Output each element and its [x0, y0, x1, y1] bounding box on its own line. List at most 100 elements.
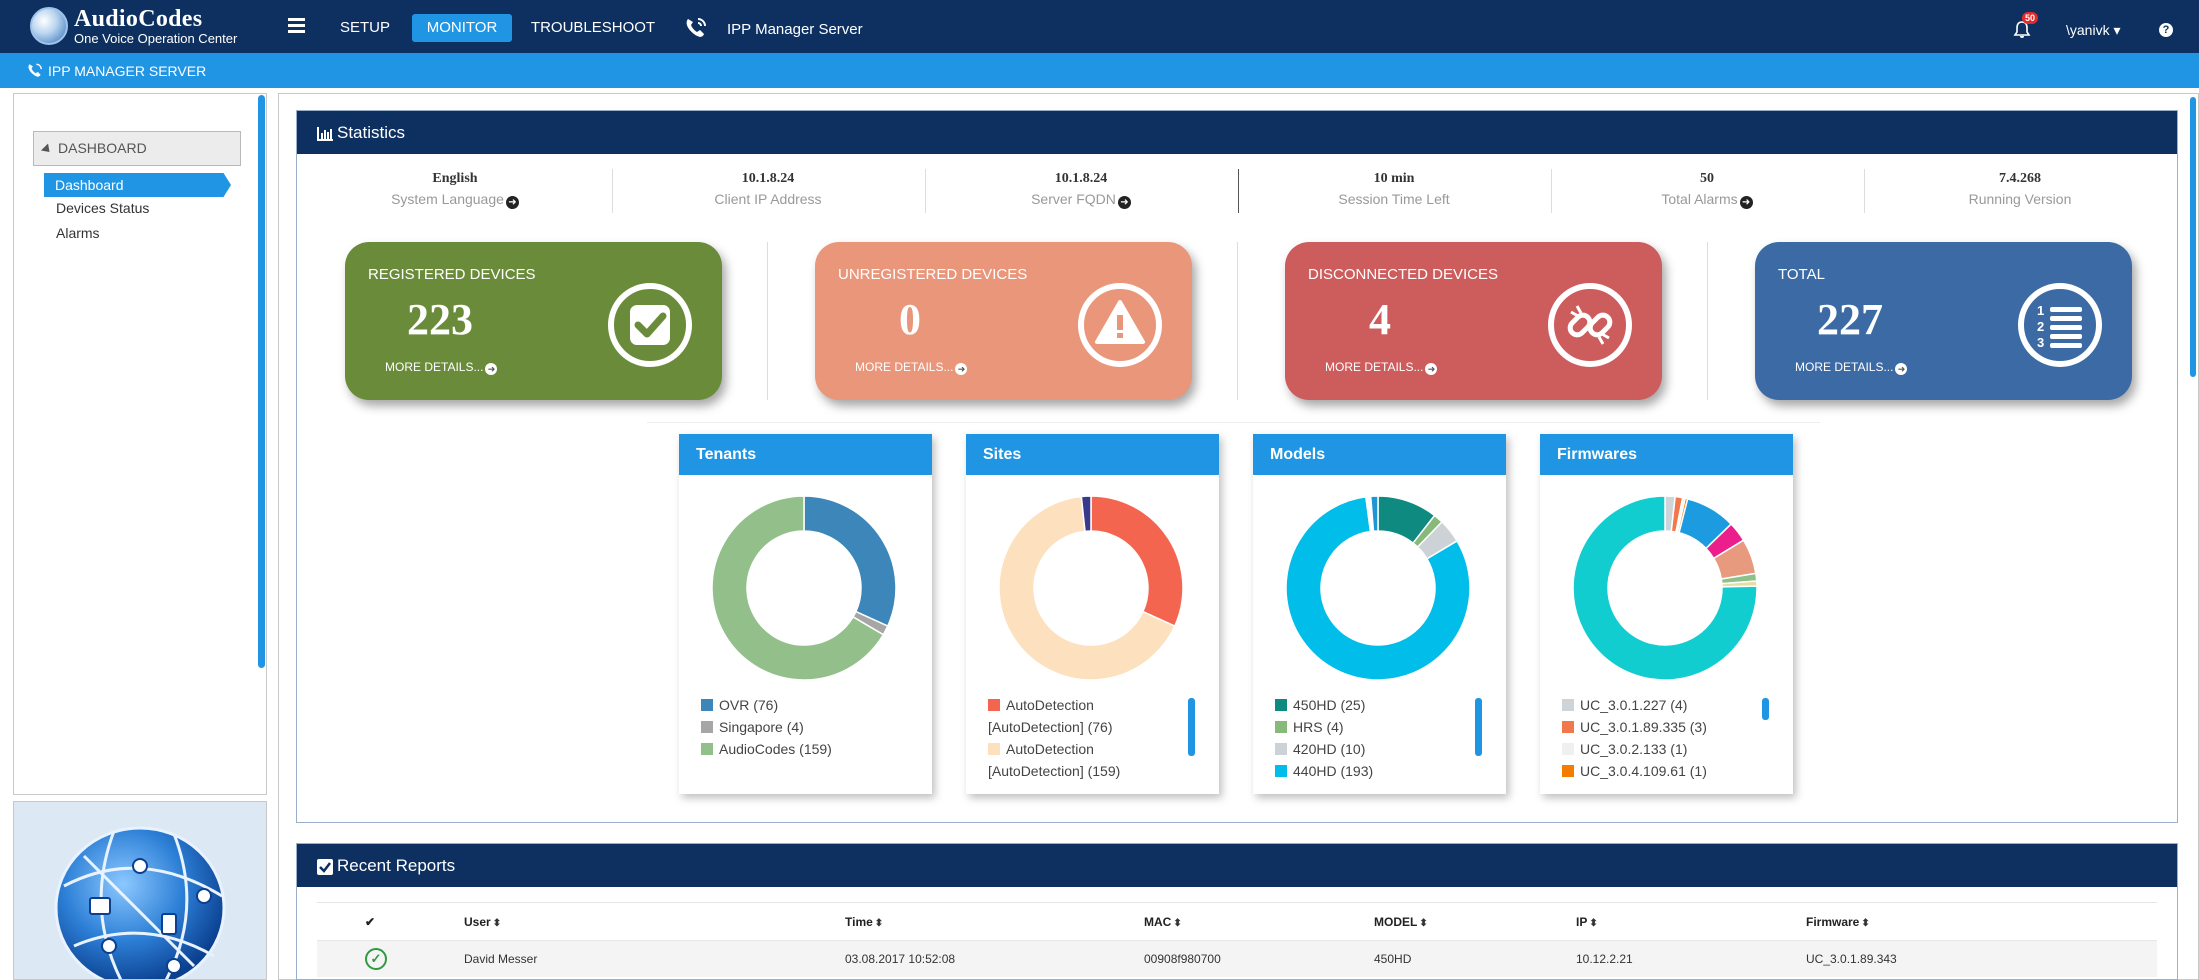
- column-label: MODEL: [1374, 914, 1418, 929]
- legend-item[interactable]: UC_3.0.2.133 (1): [1562, 738, 1762, 760]
- stat-system-language[interactable]: English System Language ➜: [299, 171, 611, 209]
- arrow-circle-right-icon: ➜: [1425, 363, 1438, 375]
- page-header-bar: IPP MANAGER SERVER: [0, 53, 2199, 88]
- chart-title: Sites: [966, 434, 1219, 475]
- arrow-circle-right-icon: ➜: [1117, 196, 1131, 209]
- legend-swatch: [1562, 743, 1574, 755]
- legend-item[interactable]: [AutoDetection] (76): [988, 716, 1188, 738]
- sidebar-item-alarms[interactable]: Alarms: [56, 225, 100, 241]
- main-scrollbar[interactable]: [2190, 97, 2196, 377]
- models-donut-chart[interactable]: [1283, 493, 1473, 683]
- card-title: TOTAL: [1778, 266, 1825, 283]
- legend-item[interactable]: AutoDetection: [988, 738, 1188, 760]
- sidebar-section-dashboard[interactable]: DASHBOARD: [33, 131, 241, 166]
- column-header-user[interactable]: User ⬍: [464, 902, 845, 941]
- legend-swatch: [701, 743, 713, 755]
- sidebar-item-dashboard[interactable]: Dashboard: [44, 173, 231, 197]
- legend-item[interactable]: [AutoDetection] (159): [988, 760, 1188, 782]
- legend-scrollbar[interactable]: [1188, 698, 1195, 756]
- status-ok-icon: ✓: [365, 947, 387, 970]
- disconnected-devices-card[interactable]: DISCONNECTED DEVICES 4 MORE DETAILS... ➜: [1285, 242, 1662, 400]
- stat-total-alarms[interactable]: 50 Total Alarms ➜: [1551, 171, 1863, 209]
- nav-tab-setup[interactable]: SETUP: [340, 14, 390, 42]
- card-count: 4: [1369, 295, 1391, 344]
- tenants-donut-chart[interactable]: [709, 493, 899, 683]
- donut-slice[interactable]: [803, 495, 897, 628]
- legend-swatch: [701, 699, 713, 711]
- sidebar-item-devices-status[interactable]: Devices Status: [56, 200, 149, 216]
- nav-tab-troubleshoot[interactable]: TROUBLESHOOT: [530, 14, 656, 42]
- nav-tab-monitor[interactable]: MONITOR: [412, 14, 512, 42]
- statistics-panel: Statistics English System Language ➜ 10.1…: [296, 110, 2178, 823]
- brand-subtitle: One Voice Operation Center: [74, 31, 238, 46]
- ip-cell: 10.12.2.21: [1576, 951, 1633, 966]
- sidebar-scrollbar[interactable]: [258, 95, 265, 668]
- legend-item[interactable]: UC_3.0.4.109.61 (1): [1562, 760, 1762, 782]
- stat-value: English: [432, 171, 478, 186]
- unregistered-devices-card[interactable]: UNREGISTERED DEVICES 0 MORE DETAILS... ➜: [815, 242, 1192, 400]
- column-header-mac[interactable]: MAC ⬍: [1144, 902, 1374, 941]
- alarm-count-badge: 50: [2022, 12, 2039, 24]
- legend-item[interactable]: UC_3.0.1.89.335 (3): [1562, 716, 1762, 738]
- legend-swatch: [1275, 699, 1287, 711]
- recent-reports-panel: Recent Reports ✔ User ⬍ Time ⬍ MAC ⬍ MODEL ⬍…: [296, 843, 2178, 980]
- more-details-link[interactable]: MORE DETAILS... ➜: [385, 360, 498, 375]
- legend-item[interactable]: OVR (76): [701, 694, 901, 716]
- legend-item[interactable]: HRS (4): [1275, 716, 1475, 738]
- warning-icon: [1078, 283, 1162, 367]
- legend-item[interactable]: 420HD (10): [1275, 738, 1475, 760]
- svg-text:3: 3: [2037, 335, 2044, 350]
- column-header-time[interactable]: Time ⬍: [845, 902, 1144, 941]
- help-icon[interactable]: ?: [2159, 23, 2173, 37]
- legend-label: UC_3.0.1.89.335 (3): [1580, 719, 1707, 735]
- more-details-link[interactable]: MORE DETAILS... ➜: [1795, 360, 1908, 375]
- legend-label: AudioCodes (159): [719, 741, 832, 757]
- legend-item[interactable]: 450HD (25): [1275, 694, 1475, 716]
- column-header-firmware[interactable]: Firmware ⬍: [1806, 902, 2157, 941]
- sites-donut-chart[interactable]: [996, 493, 1186, 683]
- legend-swatch: [1275, 765, 1287, 777]
- legend-item[interactable]: AutoDetection: [988, 694, 1188, 716]
- network-globe-icon: [54, 826, 226, 979]
- recent-reports-table: ✔ User ⬍ Time ⬍ MAC ⬍ MODEL ⬍ IP ⬍ Firmware ⬍ …: [317, 902, 2157, 977]
- legend-item[interactable]: 440HD (193): [1275, 760, 1475, 782]
- legend-item[interactable]: UC_3.0.1.227 (4): [1562, 694, 1762, 716]
- column-header-ip[interactable]: IP ⬍: [1576, 902, 1806, 941]
- more-details-label: MORE DETAILS...: [1325, 360, 1424, 374]
- total-devices-card[interactable]: TOTAL 227 MORE DETAILS... ➜ 1 2 3: [1755, 242, 2132, 400]
- tenants-legend: OVR (76) Singapore (4) AudioCodes (159): [701, 694, 901, 760]
- chart-row-divider: [647, 422, 1820, 423]
- stat-value: 10.1.8.24: [741, 171, 795, 186]
- column-header-status[interactable]: ✔: [317, 902, 464, 941]
- column-header-model[interactable]: MODEL ⬍: [1374, 902, 1576, 941]
- card-title: REGISTERED DEVICES: [368, 266, 536, 283]
- stat-value: 10.1.8.24: [1054, 171, 1108, 186]
- legend-item[interactable]: Singapore (4): [701, 716, 901, 738]
- table-row[interactable]: ✓ David Messer 03.08.2017 10:52:08 00908…: [317, 940, 2157, 977]
- legend-scrollbar[interactable]: [1762, 698, 1769, 720]
- legend-swatch: [988, 743, 1000, 755]
- user-menu[interactable]: \yanivk ▾: [2066, 22, 2121, 39]
- registered-devices-card[interactable]: REGISTERED DEVICES 223 MORE DETAILS... ➜: [345, 242, 722, 400]
- more-details-link[interactable]: MORE DETAILS... ➜: [855, 360, 968, 375]
- sort-icon: ⬍: [1861, 917, 1870, 929]
- stat-label: Server FQDN: [1031, 191, 1116, 207]
- network-globe-image: [13, 801, 267, 980]
- firmwares-chart-card: Firmwares UC_3.0.1.227 (4) UC_3.0.1.89.33…: [1540, 434, 1793, 794]
- table-header-row: ✔ User ⬍ Time ⬍ MAC ⬍ MODEL ⬍ IP ⬍ Firmware ⬍: [317, 902, 2157, 941]
- menu-icon[interactable]: [288, 18, 305, 33]
- legend-scrollbar[interactable]: [1475, 698, 1482, 756]
- stat-server-fqdn[interactable]: 10.1.8.24 Server FQDN ➜: [925, 171, 1237, 209]
- more-details-link[interactable]: MORE DETAILS... ➜: [1325, 360, 1438, 375]
- username: \yanivk: [2066, 22, 2110, 38]
- arrow-circle-right-icon: ➜: [1739, 196, 1753, 209]
- firmwares-donut-chart[interactable]: [1570, 493, 1760, 683]
- audiocodes-logo[interactable]: AudioCodes One Voice Operation Center: [30, 7, 237, 45]
- legend-label: Singapore (4): [719, 719, 804, 735]
- models-legend: 450HD (25) HRS (4) 420HD (10) 440HD (193): [1275, 694, 1475, 782]
- status-cell: ✓: [317, 941, 464, 977]
- donut-slice[interactable]: [1090, 495, 1184, 628]
- firmwares-legend: UC_3.0.1.227 (4) UC_3.0.1.89.335 (3) UC_3.…: [1562, 694, 1762, 782]
- chart-title: Tenants: [679, 434, 932, 475]
- legend-item[interactable]: AudioCodes (159): [701, 738, 901, 760]
